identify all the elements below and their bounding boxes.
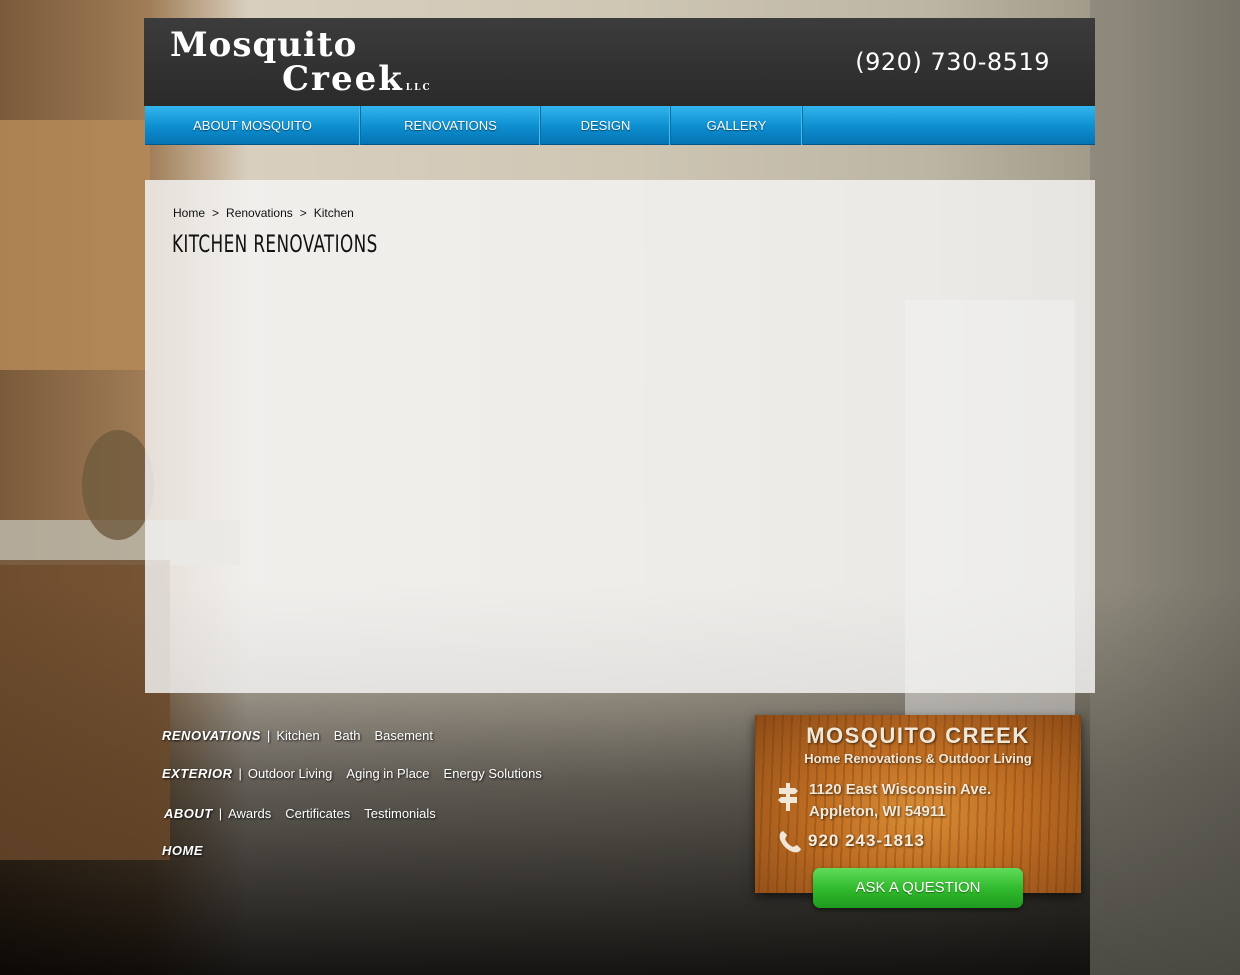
card-address-line2: Appleton, WI 54911 (809, 803, 946, 820)
footer-link-awards[interactable]: Awards (228, 806, 271, 821)
header-phone: (920) 730-8519 (855, 48, 1050, 76)
ask-question-button[interactable]: ASK A QUESTION (813, 868, 1023, 908)
footer-separator: | (218, 806, 223, 821)
footer-link-energy-solutions[interactable]: Energy Solutions (444, 766, 542, 781)
footer-row-exterior: EXTERIOR | Outdoor Living Aging in Place Ene… (162, 766, 556, 781)
background-wall-right (1090, 0, 1240, 975)
footer-heading-about[interactable]: ABOUT (164, 806, 213, 821)
nav-item-gallery[interactable]: GALLERY (671, 106, 803, 145)
nav-item-design[interactable]: DESIGN (541, 106, 671, 145)
footer-row-home: HOME (162, 843, 203, 858)
site-header: Mosquito Creek LLC (920) 730-8519 (144, 18, 1095, 106)
footer-link-certificates[interactable]: Certificates (285, 806, 350, 821)
card-address-line1: 1120 East Wisconsin Ave. (809, 781, 992, 798)
footer-link-bath[interactable]: Bath (334, 728, 361, 743)
main-nav: ABOUT MOSQUITO RENOVATIONS DESIGN GALLER… (145, 106, 1095, 145)
footer-link-testimonials[interactable]: Testimonials (364, 806, 436, 821)
background-cabinet-left (0, 120, 150, 370)
card-title: MOSQUITO CREEK (806, 723, 1030, 748)
footer-heading-exterior[interactable]: EXTERIOR (162, 766, 232, 781)
footer-link-aging-in-place[interactable]: Aging in Place (346, 766, 429, 781)
contact-card: MOSQUITO CREEK Home Renovations & Outdoo… (755, 715, 1081, 893)
footer-separator: | (266, 728, 271, 743)
breadcrumb-kitchen: Kitchen (313, 206, 354, 220)
breadcrumb-home[interactable]: Home (173, 206, 205, 220)
breadcrumb-separator: > (212, 206, 220, 220)
nav-item-about-mosquito[interactable]: ABOUT MOSQUITO (145, 106, 361, 145)
phone-icon (779, 831, 801, 853)
site-logo[interactable]: Mosquito Creek LLC (170, 26, 432, 103)
logo-llc: LLC (405, 83, 432, 93)
content-panel: Home > Renovations > Kitchen KITCHEN RENOVAT… (145, 180, 1095, 693)
page-title: KITCHEN RENOVATIONS (172, 230, 378, 258)
footer-separator: | (238, 766, 242, 781)
footer-heading-home[interactable]: HOME (162, 843, 203, 858)
card-phone: 920 243-1813 (808, 831, 925, 850)
footer-link-kitchen[interactable]: Kitchen (276, 728, 319, 743)
background-plate (82, 430, 154, 540)
breadcrumb-renovations[interactable]: Renovations (226, 206, 293, 220)
footer-row-renovations: RENOVATIONS | Kitchen Bath Basement (162, 728, 447, 743)
footer-row-about: ABOUT | Awards Certificates Testimonials (164, 806, 450, 821)
nav-item-renovations[interactable]: RENOVATIONS (361, 106, 541, 145)
card-address: 1120 East Wisconsin Ave. Appleton, WI 54… (809, 779, 991, 823)
logo-line2: Creek LLC (282, 59, 432, 99)
breadcrumb-separator: > (299, 206, 307, 220)
breadcrumb: Home > Renovations > Kitchen (173, 206, 354, 220)
footer-link-outdoor-living[interactable]: Outdoor Living (248, 766, 333, 781)
footer-link-basement[interactable]: Basement (374, 728, 433, 743)
signpost-icon (778, 783, 798, 811)
card-subtitle: Home Renovations & Outdoor Living (804, 751, 1032, 766)
footer-heading-renovations[interactable]: RENOVATIONS (162, 728, 261, 743)
